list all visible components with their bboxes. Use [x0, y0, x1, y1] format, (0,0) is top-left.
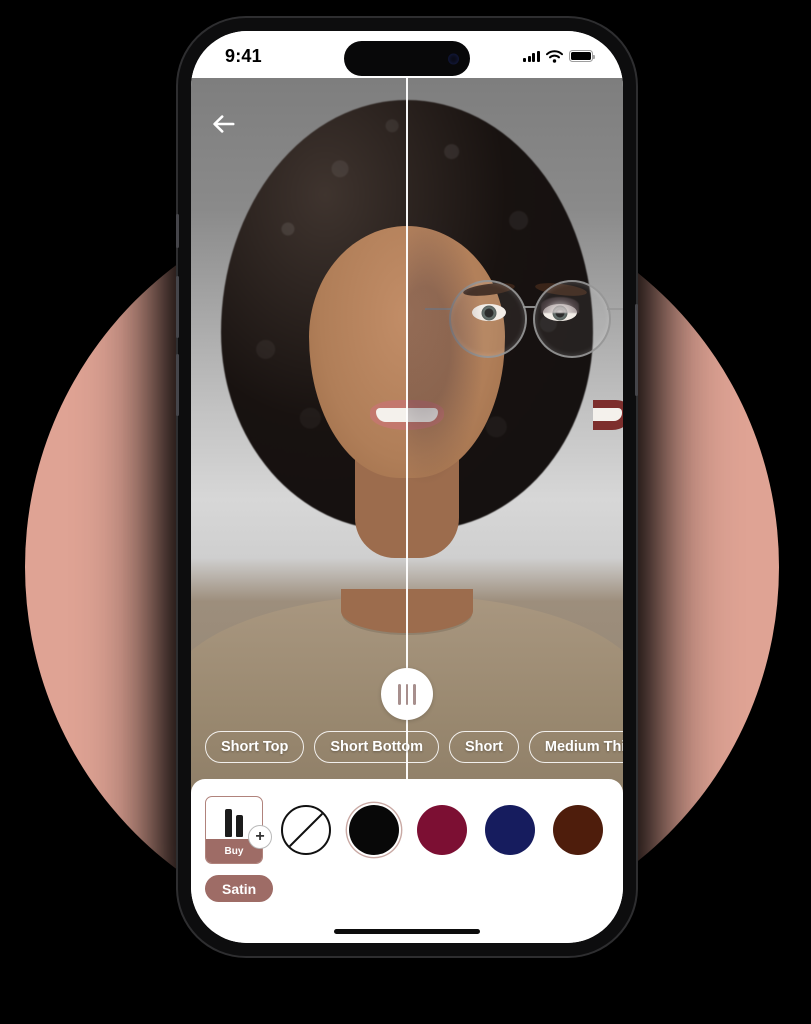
- home-indicator[interactable]: [334, 929, 480, 934]
- makeup-bottom-sheet: Buy + Satin: [191, 779, 623, 943]
- eyeglass-temple-right: [607, 308, 623, 311]
- product-buy-card[interactable]: Buy +: [205, 796, 272, 864]
- volume-down-button[interactable]: [176, 354, 179, 416]
- split-compare-handle[interactable]: [381, 668, 433, 720]
- hairstyle-chip-medium-thin[interactable]: Medium Thin: [528, 731, 623, 763]
- status-time: 9:41: [225, 45, 262, 66]
- swatch-black[interactable]: [349, 805, 399, 855]
- color-swatch-row[interactable]: Buy +: [191, 791, 623, 869]
- handle-grip-line: [398, 683, 401, 705]
- phone-device-frame: Short Top Short Bottom Short Medium Thin…: [176, 18, 638, 956]
- camera-preview[interactable]: [191, 78, 623, 805]
- wand-right: [236, 815, 243, 837]
- wifi-icon: [546, 49, 563, 63]
- swatch-crimson[interactable]: [417, 805, 467, 855]
- back-arrow-icon: [213, 115, 235, 133]
- back-button[interactable]: [205, 105, 243, 143]
- finish-chip-satin[interactable]: Satin: [205, 875, 274, 902]
- dynamic-island: [344, 41, 470, 76]
- eyeglass-bridge: [523, 306, 535, 309]
- eyeglass-temple-left: [425, 308, 451, 311]
- hairstyle-chip-short[interactable]: Short: [449, 731, 519, 763]
- page-backdrop: Short Top Short Bottom Short Medium Thin…: [0, 0, 811, 1024]
- handle-grip-line: [405, 683, 409, 705]
- teeth-right: [593, 408, 622, 421]
- power-button[interactable]: [635, 304, 638, 396]
- applied-lipstick: [593, 400, 623, 430]
- cellular-signal-icon: [523, 50, 540, 62]
- swatch-navy[interactable]: [485, 805, 535, 855]
- plus-icon[interactable]: +: [248, 825, 272, 849]
- status-indicators: [523, 49, 595, 63]
- eyeglass-lens-left: [449, 280, 527, 358]
- front-camera-icon: [448, 53, 459, 64]
- swatch-dark-brown[interactable]: [553, 805, 603, 855]
- finish-row: Satin: [205, 875, 274, 902]
- eyeglass-lens-right: [533, 280, 611, 358]
- hairstyle-chip-short-top[interactable]: Short Top: [205, 731, 305, 763]
- swatch-no-color[interactable]: [281, 805, 331, 855]
- phone-screen: Short Top Short Bottom Short Medium Thin…: [191, 31, 623, 943]
- battery-icon: [569, 50, 595, 62]
- handle-grip-line: [413, 683, 416, 705]
- wand-left: [225, 809, 232, 837]
- hairstyle-chip-short-bottom[interactable]: Short Bottom: [314, 731, 440, 763]
- hairstyle-chip-row[interactable]: Short Top Short Bottom Short Medium Thin: [191, 729, 623, 765]
- applied-eyelashes: [541, 297, 579, 313]
